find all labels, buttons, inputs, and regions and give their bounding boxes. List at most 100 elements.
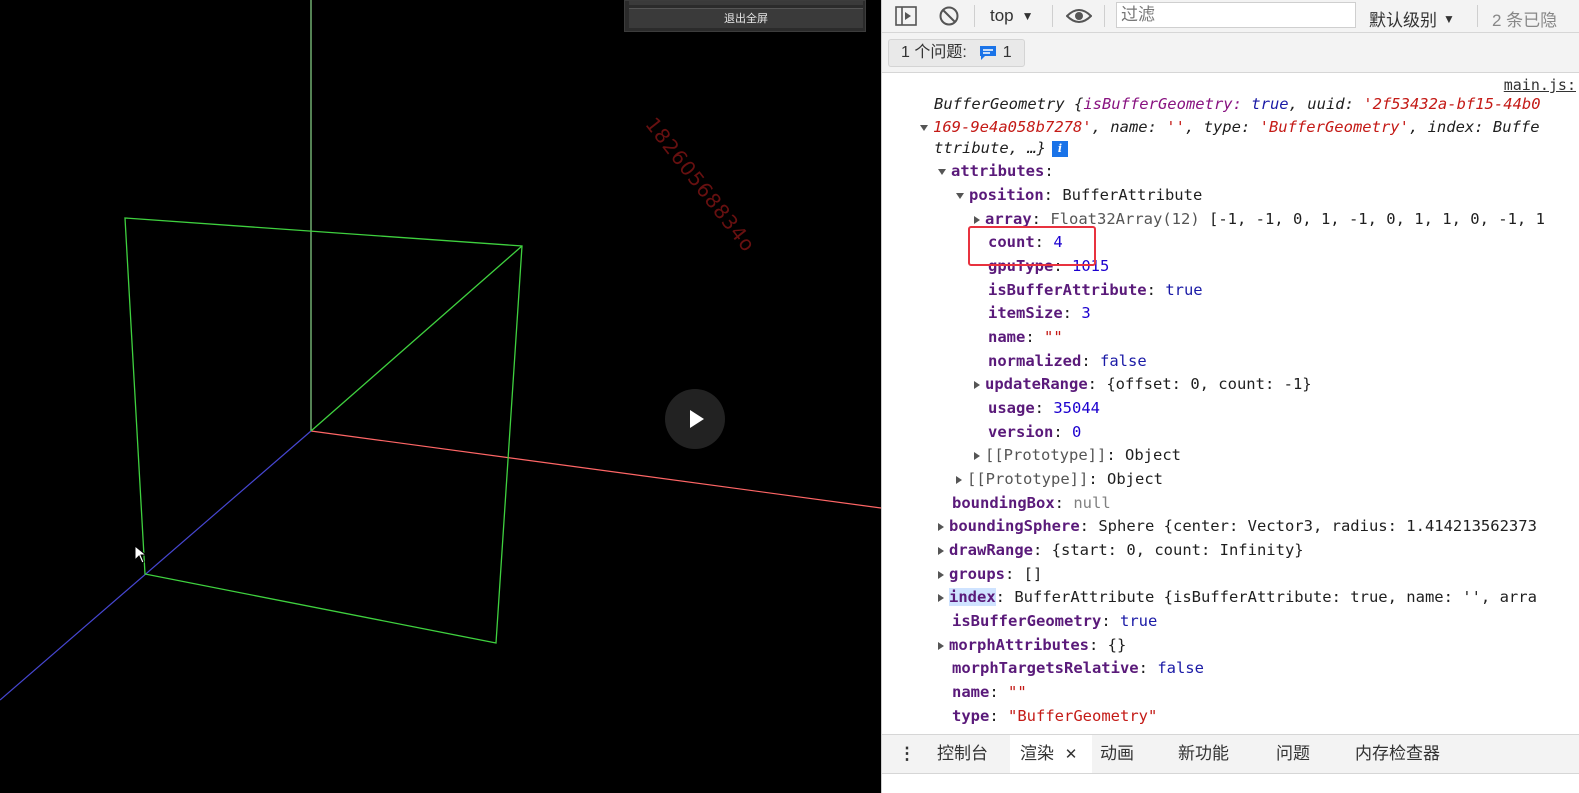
prop-type: type: "BufferGeometry" bbox=[952, 707, 1158, 725]
context-select-value: top bbox=[990, 6, 1014, 25]
prop-drawrange[interactable]: drawRange: {start: 0, count: Infinity} bbox=[938, 539, 1304, 561]
prop-isbuffergeometry: isBufferGeometry: true bbox=[952, 612, 1158, 630]
prop-key: index bbox=[949, 588, 996, 606]
prop-value: "" bbox=[1044, 328, 1063, 346]
console-toolbar: top ▼ 过滤 默认级别 ▼ 2 条已隐 bbox=[882, 0, 1579, 33]
prop-prototype-inner[interactable]: [[Prototype]]: Object bbox=[974, 444, 1181, 466]
prop-morphtargetsrelative: morphTargetsRelative: false bbox=[952, 659, 1204, 677]
expand-triangle-icon[interactable] bbox=[920, 124, 928, 131]
axis-z-line bbox=[0, 430, 312, 701]
expand-triangle-icon[interactable] bbox=[974, 451, 980, 460]
expand-triangle-icon[interactable] bbox=[938, 641, 944, 650]
exit-fullscreen-panel: 退出全屏 bbox=[624, 0, 866, 32]
object-header-line-2[interactable]: 169-9e4a058b7278', name: '', type: 'Buff… bbox=[920, 116, 1540, 138]
context-select[interactable]: top ▼ bbox=[990, 6, 1034, 26]
prop-key: version bbox=[988, 423, 1054, 441]
prop-key: type bbox=[952, 707, 990, 725]
drawer-tabbar: ⋮ 控制台 渲染 ✕ 动画 新功能 问题 内存检查器 bbox=[882, 734, 1579, 774]
info-icon[interactable]: i bbox=[1051, 140, 1068, 157]
issues-label: 1 个问题: bbox=[901, 44, 967, 61]
tab-memory-inspector[interactable]: 内存检查器 bbox=[1355, 735, 1440, 773]
expand-triangle-icon[interactable] bbox=[956, 475, 962, 484]
header-tail: ttribute, …} bbox=[934, 139, 1046, 157]
source-link[interactable]: main.js: bbox=[1504, 76, 1576, 94]
panel-top-strip bbox=[629, 1, 863, 5]
tab-console[interactable]: 控制台 bbox=[937, 735, 988, 773]
prop-key: updateRange bbox=[985, 375, 1088, 393]
scene-canvas bbox=[0, 0, 881, 701]
prop-key: , name: bbox=[1091, 118, 1167, 136]
chevron-down-icon: ▼ bbox=[1443, 11, 1455, 26]
tab-rendering-label: 渲染 bbox=[1020, 744, 1054, 763]
prop-version: version: 0 bbox=[988, 423, 1082, 441]
exit-fullscreen-button[interactable]: 退出全屏 bbox=[629, 8, 863, 28]
prop-itemsize: itemSize: 3 bbox=[988, 304, 1091, 322]
message-icon bbox=[979, 46, 996, 60]
prop-key: , type: bbox=[1184, 118, 1260, 136]
prop-value: "BufferGeometry" bbox=[1008, 707, 1158, 725]
object-header-line-1[interactable]: BufferGeometry {isBufferGeometry: true, … bbox=[934, 93, 1541, 115]
drawer-content bbox=[882, 774, 1579, 793]
prop-key: , uuid: bbox=[1288, 95, 1364, 113]
expand-triangle-icon[interactable] bbox=[938, 570, 944, 579]
prop-isbufferattribute: isBufferAttribute: true bbox=[988, 281, 1203, 299]
plane-diagonal bbox=[310, 245, 523, 432]
toolbar-separator bbox=[1477, 5, 1478, 27]
prop-key: [[Prototype]] bbox=[967, 470, 1089, 488]
prop-value: [] bbox=[1023, 565, 1043, 583]
prop-key: name bbox=[952, 683, 990, 701]
prop-value: Object bbox=[1125, 446, 1181, 464]
log-levels-select[interactable]: 默认级别 ▼ bbox=[1369, 6, 1455, 31]
devtools-panel: top ▼ 过滤 默认级别 ▼ 2 条已隐 1 个问题: 1 main.js: … bbox=[881, 0, 1579, 793]
expand-triangle-icon[interactable] bbox=[974, 380, 980, 389]
issues-count: 1 bbox=[1002, 44, 1012, 61]
prop-key: isBufferGeometry: bbox=[1083, 95, 1252, 113]
log-levels-value: 默认级别 bbox=[1369, 11, 1437, 30]
prop-value: 3 bbox=[1081, 304, 1091, 322]
tab-whats-new[interactable]: 新功能 bbox=[1178, 735, 1229, 773]
prop-updaterange[interactable]: updateRange: {offset: 0, count: -1} bbox=[974, 373, 1312, 395]
prop-key: boundingBox bbox=[952, 494, 1055, 512]
prop-key: attributes bbox=[951, 162, 1045, 180]
prop-key: position bbox=[969, 186, 1044, 204]
prop-value: true bbox=[1251, 95, 1289, 113]
filter-input[interactable]: 过滤 bbox=[1116, 2, 1356, 28]
prop-value: 'BufferGeometry' bbox=[1259, 118, 1409, 136]
prop-value: 35044 bbox=[1053, 399, 1101, 417]
expand-triangle-icon[interactable] bbox=[938, 593, 944, 602]
prop-boundingsphere[interactable]: boundingSphere: Sphere {center: Vector3,… bbox=[938, 515, 1537, 537]
tab-rendering[interactable]: 渲染 ✕ bbox=[1010, 735, 1092, 773]
expand-triangle-icon[interactable] bbox=[956, 192, 964, 199]
hidden-messages-count[interactable]: 2 条已隐 bbox=[1492, 6, 1557, 31]
mouse-cursor-icon bbox=[134, 545, 148, 564]
expand-triangle-icon[interactable] bbox=[938, 522, 944, 531]
clear-console-icon[interactable] bbox=[938, 5, 960, 27]
prop-prototype-outer[interactable]: [[Prototype]]: Object bbox=[956, 468, 1163, 490]
count-highlight-box bbox=[968, 226, 1096, 266]
tab-issues[interactable]: 问题 bbox=[1276, 735, 1310, 773]
prop-morphattributes[interactable]: morphAttributes: {} bbox=[938, 634, 1126, 656]
prop-key: normalized bbox=[988, 352, 1082, 370]
close-icon[interactable]: ✕ bbox=[1065, 746, 1078, 763]
prop-value: null bbox=[1073, 494, 1111, 512]
prop-key: boundingSphere bbox=[949, 517, 1080, 535]
prop-position[interactable]: position: BufferAttribute bbox=[956, 184, 1202, 206]
expand-triangle-icon[interactable] bbox=[974, 215, 980, 224]
more-tools-kebab-icon[interactable]: ⋮ bbox=[898, 735, 916, 773]
sidebar-toggle-icon[interactable] bbox=[895, 5, 917, 27]
expand-triangle-icon[interactable] bbox=[938, 168, 946, 175]
expand-triangle-icon[interactable] bbox=[938, 546, 944, 555]
prop-key: name bbox=[988, 328, 1026, 346]
three-viewport[interactable]: 退出全屏 18260568834o bbox=[0, 0, 881, 793]
prop-attributes[interactable]: attributes: bbox=[938, 160, 1054, 182]
prop-value: false bbox=[1100, 352, 1147, 370]
prop-value: BufferAttribute bbox=[1062, 186, 1203, 204]
issues-button[interactable]: 1 个问题: 1 bbox=[888, 39, 1025, 67]
prop-index[interactable]: index: BufferAttribute {isBufferAttribut… bbox=[938, 586, 1537, 608]
live-expression-eye-icon[interactable] bbox=[1066, 5, 1092, 27]
prop-groups[interactable]: groups: [] bbox=[938, 563, 1042, 585]
tab-animations[interactable]: 动画 bbox=[1100, 735, 1134, 773]
play-button[interactable] bbox=[665, 389, 725, 449]
plane-wireframe bbox=[124, 217, 523, 644]
prop-key: [[Prototype]] bbox=[985, 446, 1107, 464]
